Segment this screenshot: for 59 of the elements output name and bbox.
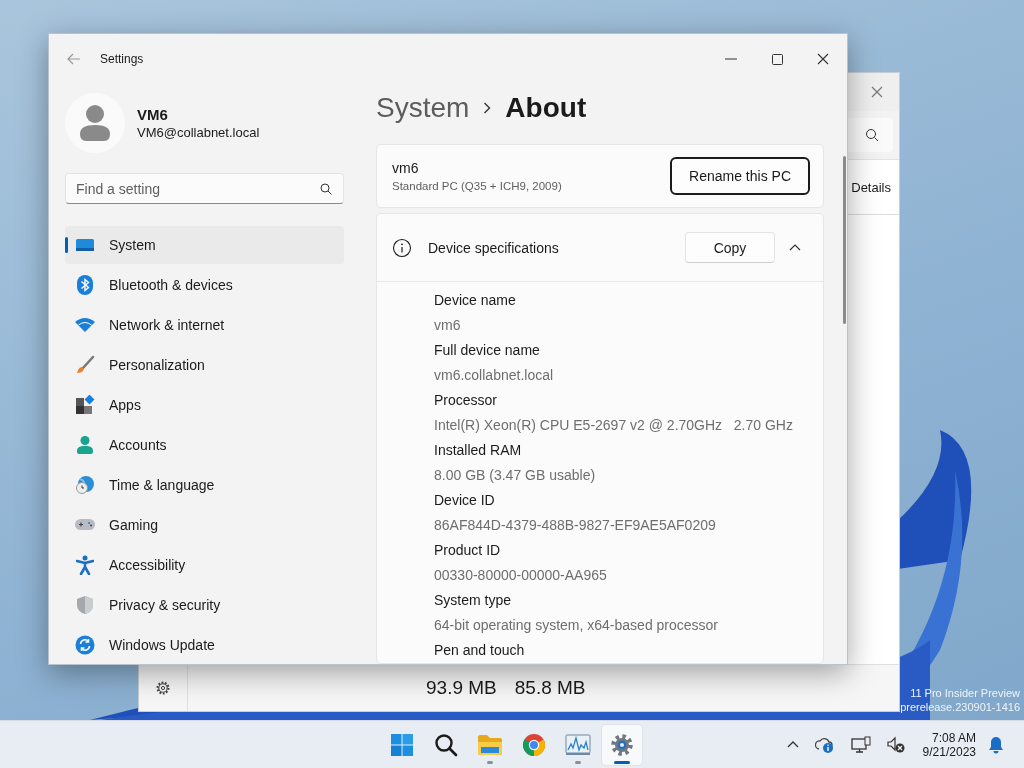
clock[interactable]: 7:08 AM 9/21/2023: [912, 730, 980, 759]
person-icon: [75, 435, 95, 455]
chevron-right-icon: [483, 102, 492, 115]
rename-button[interactable]: Rename this PC: [670, 157, 810, 196]
apps-icon: [75, 395, 95, 415]
brush-icon: [75, 355, 95, 375]
spec-label: Full device name: [434, 341, 541, 360]
nav-item[interactable]: Gaming: [65, 506, 344, 544]
nav-item[interactable]: Privacy & security: [65, 586, 344, 624]
nav-item[interactable]: Accounts: [65, 426, 344, 464]
nav-item[interactable]: Windows Update: [65, 626, 344, 664]
spec-value: 86AF844D-4379-488B-9827-EF9AE5AF0209: [434, 516, 717, 535]
device-name: vm6: [392, 160, 420, 177]
nav-item[interactable]: Apps: [65, 386, 344, 424]
spec-value: vm6: [434, 316, 462, 335]
spec-value: Intel(R) Xeon(R) CPU E5-2697 v2 @ 2.70GHz 2.70 GHz: [434, 416, 794, 435]
search-icon: [320, 183, 332, 195]
search-icon: [865, 128, 879, 142]
spec-value: vm6.collabnet.local: [434, 366, 555, 385]
accessibility-icon: [76, 555, 94, 575]
breadcrumb-parent[interactable]: System: [376, 92, 470, 125]
gear-icon[interactable]: [602, 724, 642, 765]
spec-label: Device name: [434, 291, 517, 310]
gamepad-icon: [74, 517, 96, 533]
spec-value: 64-bit operating system, x64-based processor: [434, 616, 720, 635]
user-name: VM6: [137, 105, 169, 123]
nav-item[interactable]: Personalization: [65, 346, 344, 384]
page-title: About: [505, 92, 587, 125]
nav-item[interactable]: Accessibility: [65, 546, 344, 584]
spec-label: Installed RAM: [434, 441, 523, 460]
spec-label: Product ID: [434, 541, 502, 560]
spec-label: System type: [434, 591, 513, 610]
search-field[interactable]: [845, 118, 893, 152]
memory-value: 85.8 MB: [514, 677, 586, 699]
settings-icon[interactable]: [155, 680, 171, 696]
spec-value: 8.00 GB (3.47 GB usable): [434, 466, 597, 485]
info-icon: [392, 237, 412, 258]
spec-label: Processor: [434, 391, 499, 410]
copy-button[interactable]: Copy: [685, 232, 775, 263]
globe-icon: [75, 475, 95, 495]
user-email: VM6@collabnet.local: [137, 124, 260, 140]
nav-item[interactable]: Network & internet: [65, 306, 344, 344]
wifi-icon: [75, 317, 95, 333]
spec-label: Pen and touch: [434, 641, 526, 660]
nav-item[interactable]: Time & language: [65, 466, 344, 504]
memory-value: 93.9 MB: [426, 677, 497, 699]
section-title: Device specifications: [428, 239, 560, 256]
spec-label: Device ID: [434, 491, 496, 510]
shield-icon: [76, 595, 94, 615]
nav-item[interactable]: Bluetooth & devices: [65, 266, 344, 304]
scrollbar[interactable]: [843, 156, 846, 324]
window-title: Settings: [100, 52, 145, 66]
details-tab[interactable]: Details: [851, 179, 899, 195]
nav-item[interactable]: System: [65, 226, 344, 264]
update-icon: [75, 635, 95, 655]
bluetooth-icon: [77, 275, 93, 295]
spec-value: 00330-80000-00000-AA965: [434, 566, 608, 585]
device-model: Standard PC (Q35 + ICH9, 2009): [392, 180, 563, 193]
search-field[interactable]: Find a setting: [65, 173, 344, 204]
